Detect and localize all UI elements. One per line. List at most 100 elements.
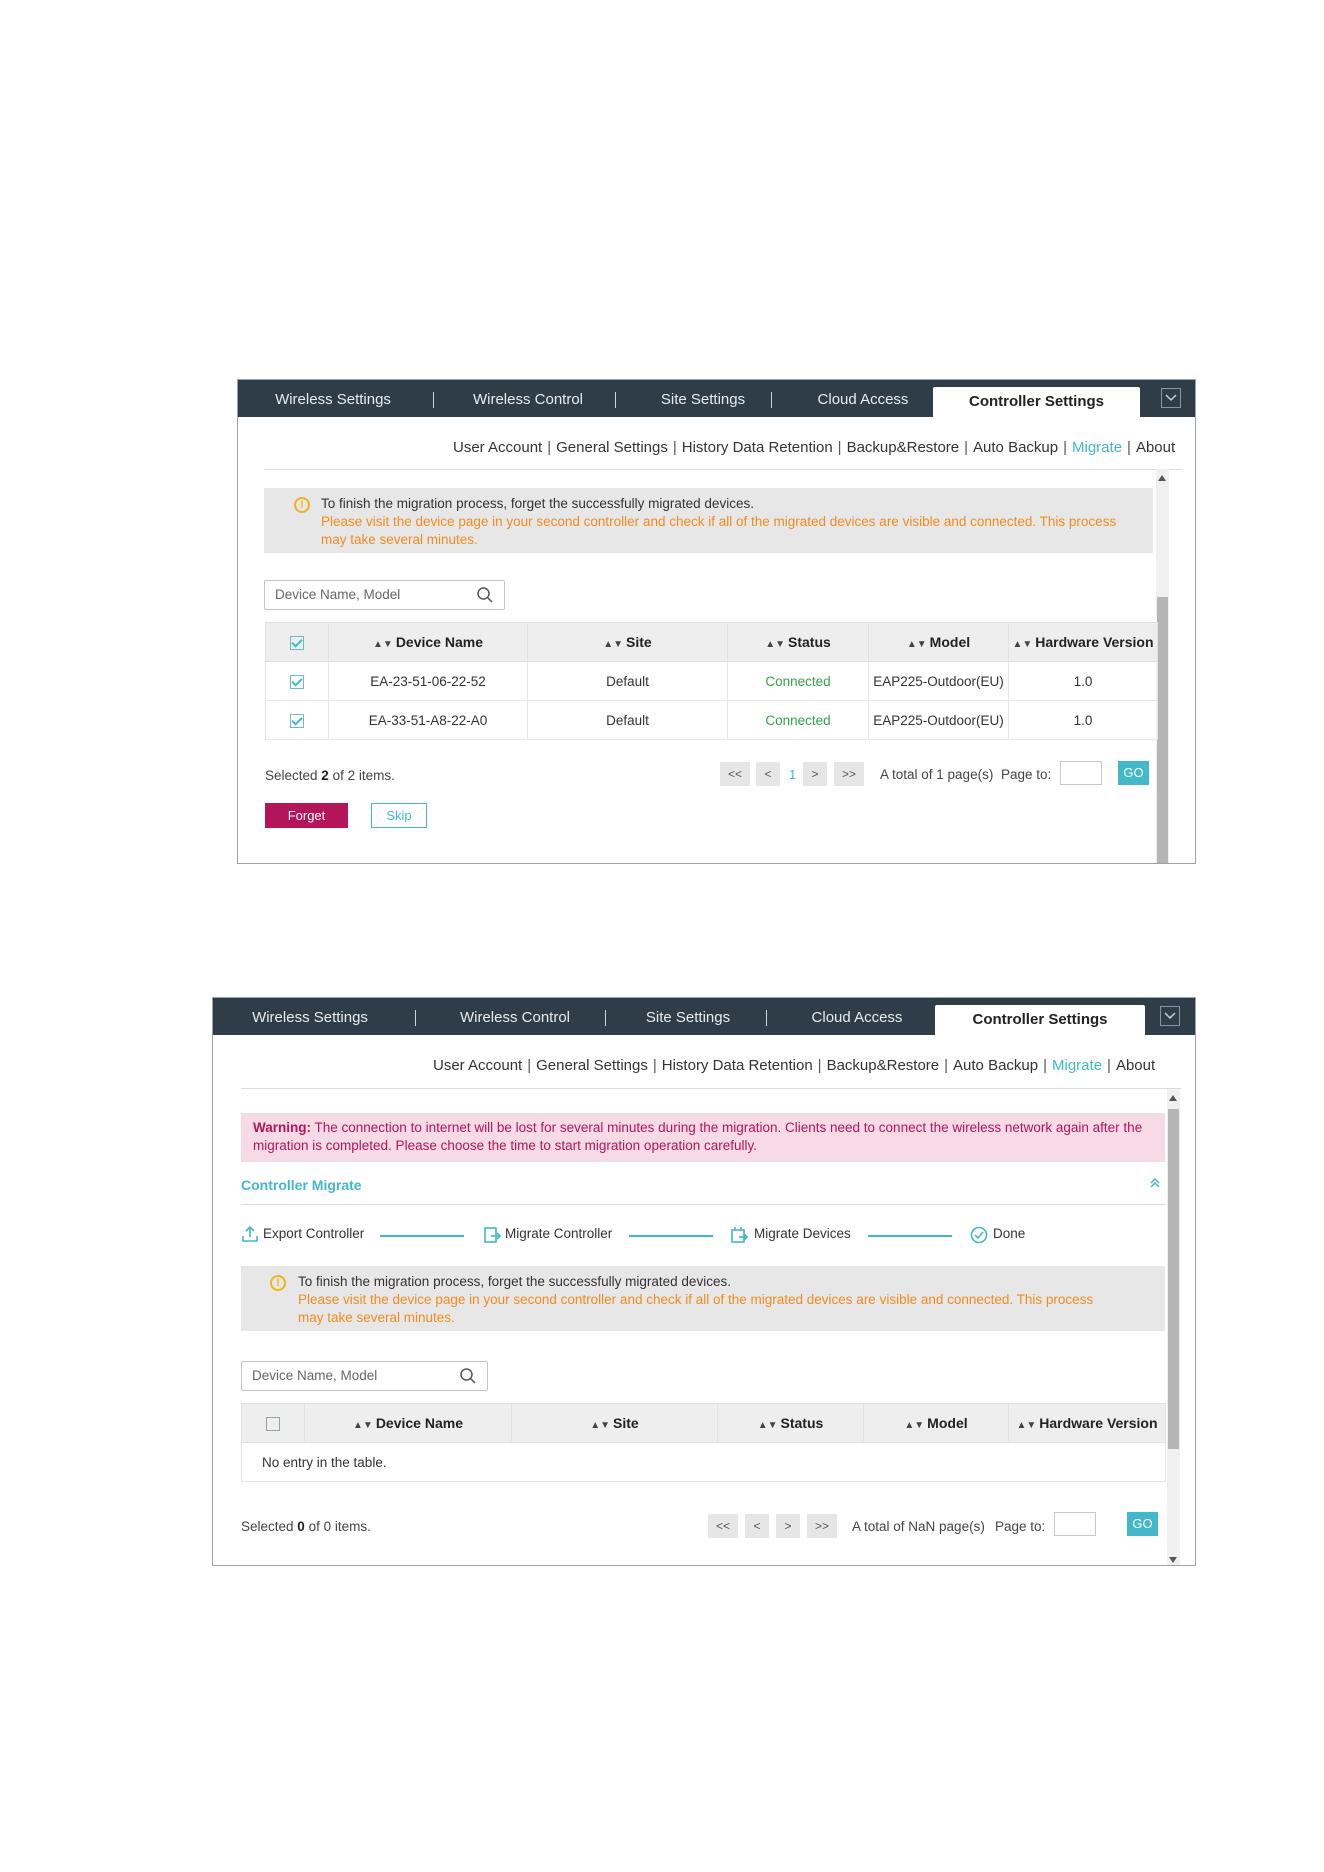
col-device-name[interactable]: ▲▼ Device Name [304,1403,512,1443]
step-migrate-controller: Migrate Controller [505,1226,613,1241]
hw-version-cell: 1.0 [1008,661,1158,701]
select-all-cell[interactable] [241,1403,305,1443]
notice-line-1: To finish the migration process, forget … [321,496,754,511]
subnav-backup-restore[interactable]: Backup&Restore [847,439,960,456]
subnav-history-data-retention[interactable]: History Data Retention [682,439,833,456]
col-device-name[interactable]: ▲▼ Device Name [328,622,528,662]
subnav-auto-backup[interactable]: Auto Backup [953,1057,1038,1074]
subnav-migrate[interactable]: Migrate [1052,1057,1102,1074]
notice-line-1: To finish the migration process, forget … [298,1274,731,1289]
pager-next[interactable]: > [776,1514,800,1538]
col-site[interactable]: ▲▼ Site [527,622,728,662]
table-row[interactable]: EA-33-51-A8-22-A0 Default Connected EAP2… [265,700,1158,740]
warning-icon: ! [270,1275,286,1291]
sub-navigation: User Account | General Settings | History Da… [453,439,1176,456]
col-status[interactable]: ▲▼ Status [727,622,869,662]
tab-wireless-control[interactable]: Wireless Control [453,380,603,417]
scrollbar[interactable] [1167,1089,1180,1565]
subnav-backup-restore[interactable]: Backup&Restore [827,1057,940,1074]
skip-button[interactable]: Skip [371,803,427,828]
pager-last[interactable]: >> [807,1514,837,1538]
pager-next[interactable]: > [803,762,827,786]
total-pages: A total of NaN page(s) [852,1519,985,1534]
select-all-cell[interactable] [265,622,329,662]
export-icon [242,1225,258,1242]
status-cell: Connected [727,700,869,740]
section-title: Controller Migrate [241,1177,362,1193]
subnav-about[interactable]: About [1136,439,1175,456]
done-check-icon [970,1226,988,1244]
site-cell: Default [527,700,728,740]
pager-prev[interactable]: < [756,762,780,786]
chevron-down-icon [1165,394,1177,402]
row-checkbox[interactable] [290,674,304,689]
tab-site-settings[interactable]: Site Settings [633,380,773,417]
model-cell: EAP225-Outdoor(EU) [868,661,1009,701]
row-checkbox[interactable] [290,713,304,728]
subnav-general-settings[interactable]: General Settings [536,1057,648,1074]
migration-notice: ! To finish the migration process, forge… [264,488,1153,553]
selection-summary: Selected 2 of 2 items. [265,768,395,783]
page-to-label: Page to: [1001,767,1052,782]
subnav-auto-backup[interactable]: Auto Backup [973,439,1058,456]
table-header: ▲▼ Device Name ▲▼ Site ▲▼ Status ▲▼ Model ▲▼… [265,622,1158,662]
pager-first[interactable]: << [708,1514,738,1538]
page-to-input[interactable] [1060,761,1102,785]
tab-wireless-control[interactable]: Wireless Control [435,998,595,1035]
search-input[interactable] [250,1367,414,1384]
tab-controller-settings[interactable]: Controller Settings [935,1005,1145,1035]
col-site[interactable]: ▲▼ Site [511,1403,718,1443]
notice-line-3: may take several minutes. [321,532,478,547]
subnav-migrate[interactable]: Migrate [1072,439,1122,456]
status-cell: Connected [727,661,869,701]
select-all-checkbox[interactable] [266,1417,280,1432]
tab-wireless-settings[interactable]: Wireless Settings [258,380,408,417]
tab-cloud-access[interactable]: Cloud Access [782,998,932,1035]
search-input[interactable] [273,586,437,603]
select-all-checkbox[interactable] [290,636,304,651]
search-icon[interactable] [476,586,494,604]
table-row[interactable]: EA-23-51-06-22-52 Default Connected EAP2… [265,661,1158,701]
tab-bar: Wireless Settings Wireless Control Site … [213,998,1195,1035]
search-icon[interactable] [459,1367,477,1385]
warning-text: The connection to internet will be lost … [311,1120,1143,1135]
subnav-general-settings[interactable]: General Settings [556,439,668,456]
notice-line-2: Please visit the device page in your sec… [298,1292,1094,1307]
pager-prev[interactable]: < [745,1514,769,1538]
step-migrate-devices: Migrate Devices [754,1226,851,1241]
collapse-icon[interactable] [1150,1178,1160,1188]
col-hardware-version[interactable]: ▲▼ Hardware Version [1008,1403,1166,1443]
device-search[interactable] [264,580,505,610]
subnav-about[interactable]: About [1116,1057,1155,1074]
controller-settings-panel-1: Wireless Settings Wireless Control Site … [237,379,1196,864]
tab-controller-settings[interactable]: Controller Settings [933,387,1140,417]
pager-last[interactable]: >> [834,762,864,786]
col-hardware-version[interactable]: ▲▼ Hardware Version [1008,622,1158,662]
device-search[interactable] [241,1361,488,1391]
go-button[interactable]: GO [1127,1512,1158,1536]
subnav-user-account[interactable]: User Account [453,439,542,456]
hw-version-cell: 1.0 [1008,700,1158,740]
pager-current-page[interactable]: 1 [789,767,796,782]
dropdown-toggle[interactable] [1161,388,1181,408]
tab-site-settings[interactable]: Site Settings [613,998,763,1035]
page-to-input[interactable] [1054,1512,1096,1536]
forget-devices-button[interactable]: Forget Devices [265,803,348,848]
col-model[interactable]: ▲▼ Model [863,1403,1009,1443]
col-model[interactable]: ▲▼ Model [868,622,1009,662]
step-export-controller: Export Controller [263,1226,365,1241]
warning-label: Warning: [253,1120,311,1135]
col-status[interactable]: ▲▼ Status [717,1403,864,1443]
dropdown-toggle[interactable] [1160,1006,1180,1026]
go-button[interactable]: GO [1118,761,1149,785]
model-cell: EAP225-Outdoor(EU) [868,700,1009,740]
migrate-devices-icon [731,1227,748,1243]
subnav-user-account[interactable]: User Account [433,1057,522,1074]
tab-cloud-access[interactable]: Cloud Access [793,380,933,417]
subnav-history-data-retention[interactable]: History Data Retention [662,1057,813,1074]
pager-first[interactable]: << [720,762,750,786]
warning-text-2: migration is completed. Please choose th… [253,1138,757,1153]
migrate-controller-icon [484,1227,501,1243]
tab-wireless-settings[interactable]: Wireless Settings [235,998,385,1035]
device-table: ▲▼ Device Name ▲▼ Site ▲▼ Status ▲▼ Model ▲▼… [241,1403,1166,1482]
